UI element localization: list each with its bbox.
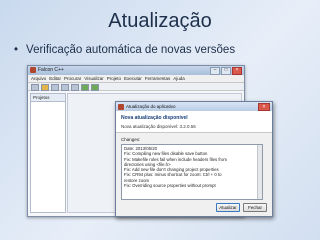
close-button[interactable]: Fechar <box>243 203 267 212</box>
menu-ferramentas[interactable]: Ferramentas <box>145 75 171 82</box>
window-controls: – □ × <box>210 67 242 75</box>
menubar: Arquivo Editar Procurar Visualizar Proje… <box>28 75 244 83</box>
menu-visualizar[interactable]: Visualizar <box>84 75 103 82</box>
dialog-header: Nova atualização disponível Nova atualiz… <box>116 111 272 133</box>
menu-procurar[interactable]: Procurar <box>64 75 81 82</box>
dialog-subtext: Nova atualização disponível: 3.2.0.56 <box>121 124 196 129</box>
dialog-body: Changes: Date: 2013/05/20 Fix: Compiling… <box>116 133 272 204</box>
changes-scrollbar[interactable] <box>257 145 262 199</box>
close-icon[interactable]: × <box>232 67 242 75</box>
menu-executar[interactable]: Executar <box>124 75 142 82</box>
dialog-app-icon <box>118 103 124 110</box>
bullet-text: Verificação automática de novas versões <box>26 44 236 56</box>
dialog-buttons: Atualizar Fechar <box>216 203 267 212</box>
app-title: Falcon C++ <box>38 67 64 73</box>
dialog-heading: Nova atualização disponível <box>121 115 188 121</box>
dialog-title: Atualização do aplicativo <box>126 104 176 109</box>
menu-ajuda[interactable]: Ajuda <box>173 75 185 82</box>
menu-editar[interactable]: Editar <box>49 75 61 82</box>
minimize-icon[interactable]: – <box>210 67 220 75</box>
dialog-titlebar: Atualização do aplicativo × <box>116 102 272 111</box>
build-icon[interactable] <box>81 84 89 91</box>
redo-icon[interactable] <box>71 84 79 91</box>
update-dialog: Atualização do aplicativo × Nova atualiz… <box>115 101 273 217</box>
bullet-item: • Verificação automática de novas versões <box>14 44 235 56</box>
changes-label: Changes: <box>121 137 141 142</box>
dialog-close-icon[interactable]: × <box>258 103 270 111</box>
project-panel: Projetos <box>30 93 66 213</box>
menu-arquivo[interactable]: Arquivo <box>31 75 46 82</box>
new-file-icon[interactable] <box>31 84 39 91</box>
menu-projeto[interactable]: Projeto <box>107 75 121 82</box>
app-titlebar: Falcon C++ – □ × <box>28 66 244 75</box>
app-logo-icon <box>30 67 36 73</box>
run-icon[interactable] <box>91 84 99 91</box>
toolbar <box>28 83 244 91</box>
changes-textbox[interactable]: Date: 2013/05/20 Fix: Compiling new file… <box>121 144 263 200</box>
changes-line: Fix: Overriding source properties withou… <box>124 183 216 189</box>
maximize-icon[interactable]: □ <box>221 67 231 75</box>
slide-title: Atualização <box>108 10 212 32</box>
undo-icon[interactable] <box>61 84 69 91</box>
update-button[interactable]: Atualizar <box>216 203 240 212</box>
save-icon[interactable] <box>51 84 59 91</box>
bullet-marker: • <box>14 44 19 56</box>
open-folder-icon[interactable] <box>41 84 49 91</box>
tab-projetos[interactable]: Projetos <box>31 94 65 102</box>
